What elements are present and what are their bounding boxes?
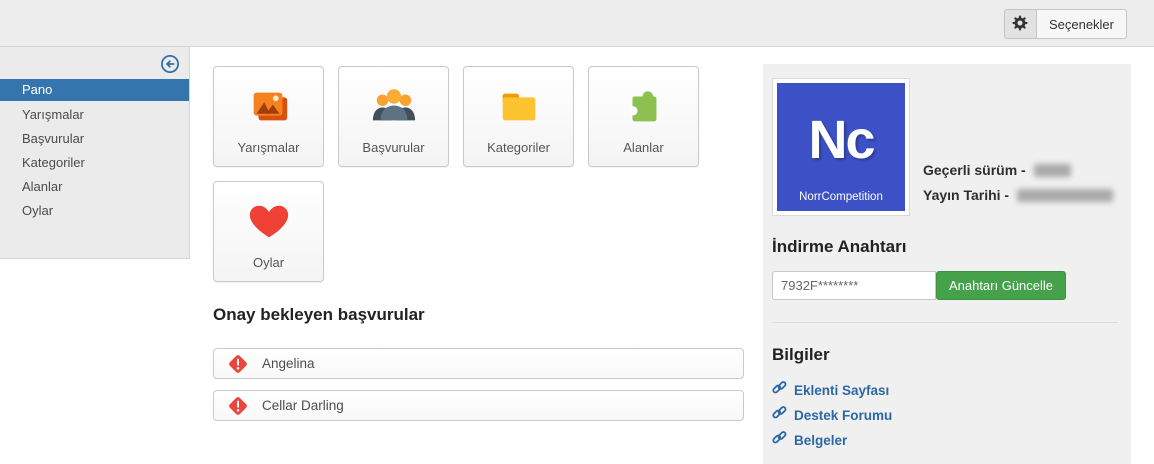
norrcompetition-logo: Nc NorrCompetition bbox=[772, 78, 910, 216]
sidebar-menu: Pano Yarışmalar Başvurular Kategoriler A… bbox=[0, 79, 189, 223]
people-icon bbox=[339, 83, 448, 131]
logo-caption: NorrCompetition bbox=[777, 191, 905, 203]
pending-item-cellar-darling[interactable]: Cellar Darling bbox=[213, 390, 744, 421]
tile-yarismalar[interactable]: Yarışmalar bbox=[213, 66, 324, 167]
release-date-line: Yayın Tarihi - bbox=[923, 187, 1113, 203]
folder-icon bbox=[464, 83, 573, 131]
tile-basvurular[interactable]: Başvurular bbox=[338, 66, 449, 167]
download-key-input[interactable] bbox=[772, 271, 936, 300]
tile-label: Başvurular bbox=[339, 140, 448, 155]
download-key-heading: İndirme Anahtarı bbox=[772, 237, 906, 257]
sidebar: Pano Yarışmalar Başvurular Kategoriler A… bbox=[0, 47, 190, 259]
tile-oylar[interactable]: Oylar bbox=[213, 181, 324, 282]
logo-text: Nc bbox=[777, 109, 905, 171]
panel-divider bbox=[772, 322, 1118, 323]
top-toolbar: Seçenekler bbox=[0, 0, 1154, 47]
tile-kategoriler[interactable]: Kategoriler bbox=[463, 66, 574, 167]
link-label: Eklenti Sayfası bbox=[794, 383, 889, 398]
puzzle-icon bbox=[589, 83, 698, 131]
tile-label: Alanlar bbox=[589, 140, 698, 155]
photos-icon bbox=[214, 83, 323, 131]
sidebar-item-kategoriler[interactable]: Kategoriler bbox=[0, 151, 189, 175]
sidebar-collapse-button[interactable] bbox=[160, 54, 180, 74]
alert-diamond-icon bbox=[227, 353, 249, 375]
release-date-label: Yayın Tarihi - bbox=[923, 187, 1009, 203]
link-icon bbox=[772, 405, 787, 425]
pending-item-name: Cellar Darling bbox=[262, 398, 344, 413]
logo-blue-square: Nc NorrCompetition bbox=[777, 83, 905, 211]
current-version-label: Geçerli sürüm - bbox=[923, 162, 1026, 178]
link-icon bbox=[772, 430, 787, 450]
tile-label: Kategoriler bbox=[464, 140, 573, 155]
norrcompetition-dashboard: Seçenekler Pano Yarışmalar Başvurular Ka… bbox=[0, 0, 1154, 464]
heart-icon bbox=[214, 198, 323, 246]
sidebar-item-basvurular[interactable]: Başvurular bbox=[0, 127, 189, 151]
alert-diamond-icon bbox=[227, 395, 249, 417]
link-belgeler[interactable]: Belgeler bbox=[772, 430, 847, 450]
pending-item-angelina[interactable]: Angelina bbox=[213, 348, 744, 379]
gear-icon bbox=[1012, 15, 1028, 34]
link-eklenti-sayfasi[interactable]: Eklenti Sayfası bbox=[772, 380, 889, 400]
info-links-heading: Bilgiler bbox=[772, 345, 830, 365]
sidebar-item-pano[interactable]: Pano bbox=[0, 79, 189, 101]
sidebar-item-yarismalar[interactable]: Yarışmalar bbox=[0, 103, 189, 127]
tile-label: Yarışmalar bbox=[214, 140, 323, 155]
tile-alanlar[interactable]: Alanlar bbox=[588, 66, 699, 167]
link-icon bbox=[772, 380, 787, 400]
gear-button[interactable] bbox=[1004, 9, 1036, 39]
redacted-release-date-value bbox=[1017, 189, 1113, 202]
link-label: Destek Forumu bbox=[794, 408, 892, 423]
update-key-button[interactable]: Anahtarı Güncelle bbox=[936, 271, 1066, 300]
options-button[interactable]: Seçenekler bbox=[1036, 9, 1127, 39]
collapse-left-icon bbox=[160, 61, 180, 78]
current-version-line: Geçerli sürüm - bbox=[923, 162, 1071, 178]
link-destek-forumu[interactable]: Destek Forumu bbox=[772, 405, 892, 425]
sidebar-item-alanlar[interactable]: Alanlar bbox=[0, 175, 189, 199]
tile-label: Oylar bbox=[214, 255, 323, 270]
sidebar-item-oylar[interactable]: Oylar bbox=[0, 199, 189, 223]
redacted-version-value bbox=[1034, 164, 1071, 177]
pending-heading: Onay bekleyen başvurular bbox=[213, 305, 425, 325]
info-panel: Nc NorrCompetition Geçerli sürüm - Yayın… bbox=[763, 64, 1131, 464]
toolbar-button-group: Seçenekler bbox=[1004, 9, 1127, 39]
pending-item-name: Angelina bbox=[262, 356, 315, 371]
link-label: Belgeler bbox=[794, 433, 847, 448]
